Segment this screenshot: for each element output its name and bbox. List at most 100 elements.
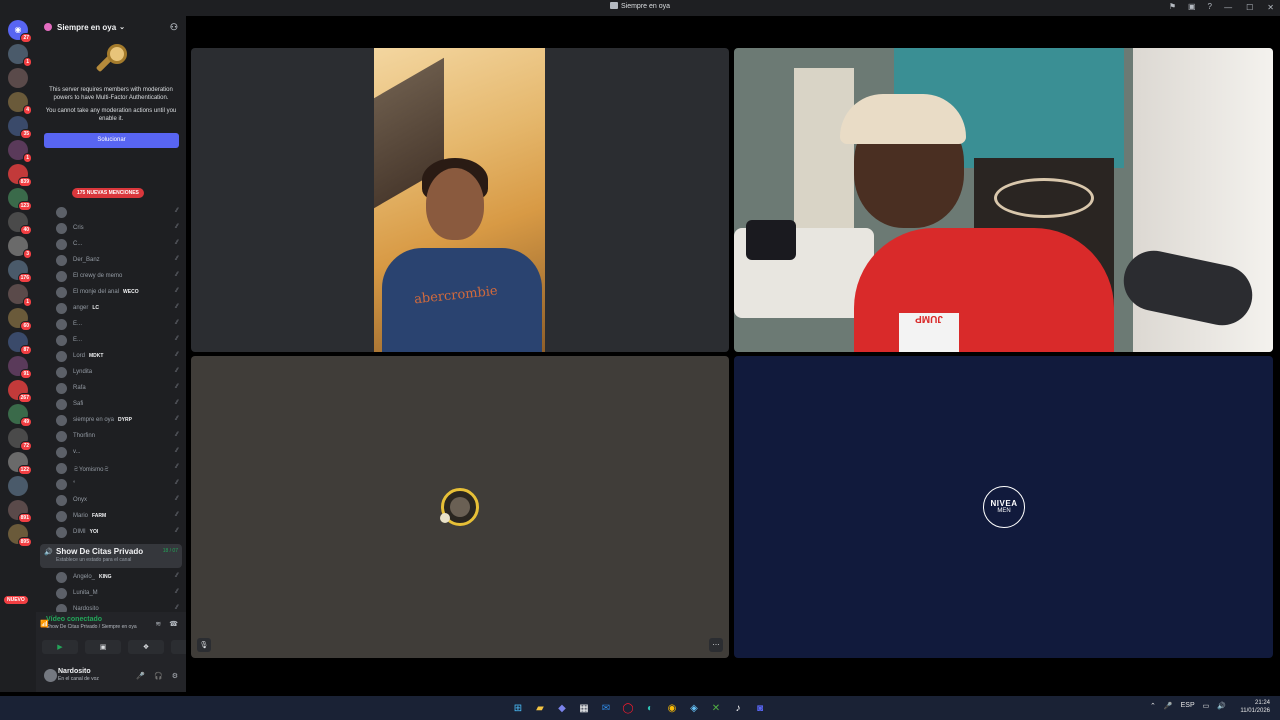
voice-user[interactable]: Lord MDKT ⁄⁄	[56, 348, 184, 364]
video-tile-3[interactable]: 🎙 ⋯	[191, 356, 729, 658]
teams-icon[interactable]: ◆	[554, 700, 570, 716]
voice-user-name: DIMI	[73, 529, 86, 535]
video-tile-2[interactable]: JUMP	[734, 48, 1273, 352]
guild-icon[interactable]: 1	[8, 44, 32, 67]
guild-icon[interactable]: 1	[8, 284, 32, 307]
muted-icon: ⁄⁄	[175, 512, 178, 518]
capcut-icon[interactable]: ♪	[730, 700, 746, 716]
language-indicator[interactable]: ESP	[1181, 702, 1195, 710]
guild-icon[interactable]: 72	[8, 428, 32, 451]
voice-user[interactable]: Rafa ⁄⁄	[56, 380, 184, 396]
voice-user[interactable]: El monje del anal WECO ⁄⁄	[56, 284, 184, 300]
avatar[interactable]	[44, 669, 57, 682]
mic-icon[interactable]: 🎤	[136, 672, 145, 680]
voice-user[interactable]: Der_Banz ⁄⁄	[56, 252, 184, 268]
voice-user[interactable]: anger LC ⁄⁄	[56, 300, 184, 316]
discord-taskbar-icon[interactable]: ◙	[752, 700, 768, 716]
voice-user[interactable]: Lyndita ⁄⁄	[56, 364, 184, 380]
voice-user[interactable]: Onyx ⁄⁄	[56, 492, 184, 508]
fix-mfa-button[interactable]: Solucionar	[44, 132, 179, 148]
close-button[interactable]: ✕	[1267, 3, 1274, 12]
voice-user[interactable]: ミYomismoミ ⁄⁄	[56, 460, 184, 476]
voice-user[interactable]: v... ⁄⁄	[56, 444, 184, 460]
voice-user[interactable]: ° ⁄⁄	[56, 476, 184, 492]
voice-user[interactable]: El crewy de memo ⁄⁄	[56, 268, 184, 284]
muted-icon: ⁄⁄	[175, 432, 178, 438]
guild-icon[interactable]: 35	[8, 116, 32, 139]
guild-icon[interactable]: 1	[8, 140, 32, 163]
volume-icon[interactable]: 🔊	[1217, 702, 1226, 710]
guild-icon[interactable]: 87	[8, 332, 32, 355]
screen-icon[interactable]: ▣	[1188, 2, 1196, 11]
guild-icon[interactable]	[8, 476, 28, 496]
guild-icon[interactable]: 123	[8, 188, 32, 211]
inbox-icon[interactable]: ⚑	[1169, 2, 1176, 11]
unread-badge: 1	[23, 153, 32, 163]
avatar	[56, 238, 67, 250]
guild-icon[interactable]: 49	[8, 404, 32, 427]
guild-icon[interactable]: 891	[8, 500, 32, 523]
voice-user[interactable]: C... ⁄⁄	[56, 236, 184, 252]
guild-icon[interactable]: 3	[8, 236, 32, 259]
voice-user[interactable]: Mario FARM ⁄⁄	[56, 508, 184, 524]
activities-button[interactable]: ❖	[128, 640, 164, 654]
guild-icon[interactable]: 40	[8, 212, 32, 235]
avatar	[56, 366, 67, 378]
guild-icon[interactable]: 4	[8, 92, 32, 115]
voice-user[interactable]: Thorfinn ⁄⁄	[56, 428, 184, 444]
guild-icon[interactable]: 839	[8, 164, 32, 187]
guild-icon[interactable]: 60	[8, 308, 32, 331]
unread-badge: 891	[17, 513, 32, 523]
voice-user[interactable]: Safi ⁄⁄	[56, 396, 184, 412]
avatar	[56, 478, 67, 490]
maximize-button[interactable]: ☐	[1246, 3, 1253, 12]
help-icon[interactable]: ?	[1208, 2, 1212, 11]
voice-user[interactable]: E... ⁄⁄	[56, 332, 184, 348]
voice-user-name: E...	[73, 337, 83, 343]
video-tile-1[interactable]: abercrombie	[191, 48, 729, 352]
network-icon[interactable]: ▭	[1203, 702, 1210, 710]
chrome-icon[interactable]: ◉	[664, 700, 680, 716]
chevron-up-icon[interactable]: ⌃	[1150, 702, 1156, 710]
mail-icon[interactable]: ✉	[598, 700, 614, 716]
voice-user[interactable]: E... ⁄⁄	[56, 316, 184, 332]
voice-user[interactable]: siempre en oya DYRP ⁄⁄	[56, 412, 184, 428]
voice-user[interactable]: Cris ⁄⁄	[56, 220, 184, 236]
guild-icon[interactable]: 895	[8, 524, 32, 547]
voice-user-name: El monje del anal	[73, 289, 120, 295]
start-icon[interactable]: ⊞	[510, 700, 526, 716]
mic-tray-icon[interactable]: 🎤	[1164, 702, 1173, 710]
invite-icon[interactable]: ⚇	[170, 22, 178, 33]
new-mentions-pill[interactable]: 175 NUEVAS MENCIONES	[72, 188, 144, 198]
guild-icon[interactable]: 91	[8, 356, 32, 379]
edge-icon[interactable]: ◐	[642, 700, 658, 716]
disconnect-icon[interactable]: ☎	[169, 620, 178, 628]
store-icon[interactable]: ▦	[576, 700, 592, 716]
screen-share-button[interactable]: ▣	[85, 640, 121, 654]
server-header[interactable]: Siempre en oya ⌄ ⚇	[36, 16, 186, 38]
minimize-button[interactable]: —	[1224, 3, 1232, 12]
guild-icon[interactable]: 267	[8, 380, 32, 403]
voice-user[interactable]: DIMI YOI ⁄⁄	[56, 524, 184, 540]
voice-channel[interactable]: 🔊 Show De Citas Privado Establece un est…	[40, 544, 182, 568]
headphones-icon[interactable]: 🎧	[154, 672, 163, 680]
guild-icon[interactable]	[8, 68, 28, 88]
xbox-icon[interactable]: ✕	[708, 700, 724, 716]
guild-icon[interactable]: 176	[8, 260, 32, 283]
voice-user[interactable]: Angelo_ KING ⁄⁄	[56, 569, 184, 585]
clock[interactable]: 21:24 11/01/2026	[1240, 699, 1270, 715]
opera-icon[interactable]: ◯	[620, 700, 636, 716]
muted-icon: ⁄⁄	[175, 605, 178, 611]
more-options-icon[interactable]: ⋯	[709, 638, 723, 652]
folder-icon[interactable]: ▰	[532, 700, 548, 716]
taskbar: ⊞ ▰ ◆ ▦ ✉ ◯ ◐ ◉ ◈ ✕ ♪ ◙ ⌃ 🎤 ESP ▭ 🔊 21:2…	[0, 696, 1280, 720]
camera-button[interactable]: ▶	[42, 640, 78, 654]
noise-suppression-icon[interactable]: ≋	[155, 620, 161, 628]
gear-icon[interactable]: ⚙	[172, 672, 178, 680]
voice-user[interactable]: ⁄⁄	[56, 204, 184, 220]
home-button[interactable]: ◉ 27	[8, 20, 32, 43]
guild-icon[interactable]: 122	[8, 452, 32, 475]
voice-user[interactable]: Lunita_M ⁄⁄	[56, 585, 184, 601]
video-tile-4[interactable]: NIVEA MEN	[734, 356, 1273, 658]
steam-icon[interactable]: ◈	[686, 700, 702, 716]
